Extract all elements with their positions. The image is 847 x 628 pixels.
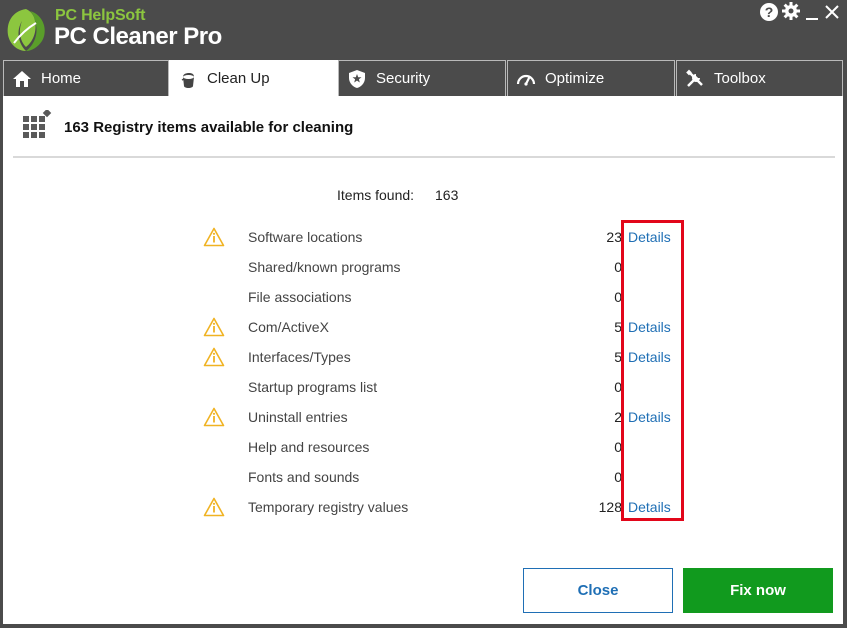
fix-now-button[interactable]: Fix now (683, 568, 833, 613)
item-label: Uninstall entries (248, 409, 348, 425)
items-found-value: 163 (435, 187, 459, 203)
tab-label: Optimize (545, 70, 605, 87)
broom-icon (181, 72, 194, 88)
tab-toolbox[interactable]: Toolbox (676, 60, 843, 96)
item-label: Fonts and sounds (248, 469, 360, 485)
close-button[interactable]: Close (523, 568, 673, 613)
list-item: Fonts and sounds 0 (3, 463, 843, 493)
tab-label: Toolbox (714, 70, 766, 87)
grid-icon (23, 110, 52, 138)
app-window: PC HelpSoft PC Cleaner Pro ? Home Clean … (0, 0, 847, 628)
list-item: File associations 0 (3, 283, 843, 313)
page-title: 163 Registry items available for cleanin… (64, 119, 354, 136)
list-item: Com/ActiveX 5 Details (3, 313, 843, 343)
close-window-icon[interactable] (822, 2, 842, 22)
list-item: Interfaces/Types 5 Details (3, 343, 843, 373)
item-label: Com/ActiveX (248, 319, 329, 335)
tab-security[interactable]: Security (338, 60, 506, 96)
tab-label: Home (41, 70, 82, 87)
list-item: Help and resources 0 (3, 433, 843, 463)
title-bar: PC HelpSoft PC Cleaner Pro ? (0, 0, 847, 60)
speedometer-icon (516, 74, 536, 86)
main-tabs: Home Clean Up Security Optimize Toolbox (0, 60, 847, 97)
warning-icon (203, 497, 225, 517)
tab-home[interactable]: Home (3, 60, 169, 96)
list-item: Shared/known programs 0 (3, 253, 843, 283)
gear-icon[interactable] (781, 1, 801, 21)
warning-icon (203, 347, 225, 367)
warning-icon (203, 317, 225, 337)
warning-icon (203, 407, 225, 427)
item-label: Software locations (248, 229, 363, 245)
item-count: 23 (606, 229, 622, 245)
list-item: Temporary registry values 128 Details (3, 493, 843, 523)
item-label: Help and resources (248, 439, 370, 455)
leaf-logo-icon (7, 9, 45, 51)
item-label: Shared/known programs (248, 259, 401, 275)
home-icon (13, 70, 31, 87)
item-label: File associations (248, 289, 352, 305)
tab-optimize[interactable]: Optimize (507, 60, 675, 96)
divider (13, 156, 835, 158)
tab-label: Security (376, 70, 431, 87)
details-highlight-box (621, 220, 684, 521)
tab-label: Clean Up (207, 70, 270, 87)
shield-icon (349, 69, 365, 88)
tab-clean-up[interactable]: Clean Up (169, 60, 338, 96)
item-label: Temporary registry values (248, 499, 409, 515)
warning-icon (203, 227, 225, 247)
item-label: Startup programs list (248, 379, 378, 395)
list-item: Uninstall entries 2 Details (3, 403, 843, 433)
item-count: 128 (598, 499, 622, 515)
list-item: Startup programs list 0 (3, 373, 843, 403)
clean-up-panel: 163 Registry items available for cleanin… (3, 96, 843, 624)
minimize-icon[interactable] (805, 3, 819, 23)
tools-icon (686, 69, 703, 87)
items-found-label: Items found: (337, 187, 415, 203)
item-label: Interfaces/Types (248, 349, 351, 365)
help-icon[interactable]: ? (760, 3, 778, 21)
list-item: Software locations 23 Details (3, 223, 843, 253)
brand-product: PC Cleaner Pro (54, 23, 222, 50)
